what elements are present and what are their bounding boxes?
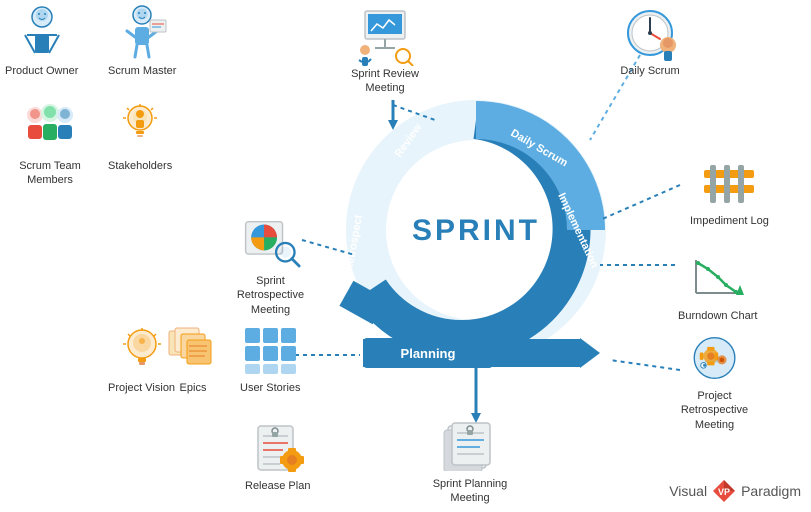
epics-label: Epics [180, 381, 207, 395]
burndown-chart-item: Burndown Chart [678, 250, 758, 323]
user-stories-icon [240, 322, 300, 377]
svg-text:VP: VP [718, 487, 730, 497]
watermark: Visual VP Paradigm [669, 478, 801, 504]
scrum-master-item: Scrum Master [108, 5, 176, 78]
sprint-planning-item: Sprint Planning Meeting [430, 418, 510, 506]
sprint-retrospective-icon [241, 215, 301, 270]
impediment-log-icon [699, 155, 759, 210]
daily-scrum-icon [620, 5, 680, 60]
daily-scrum-label: Daily Scrum [620, 64, 679, 78]
vp-logo-icon: VP [711, 478, 737, 504]
scrum-team-item: Scrum Team Members [5, 100, 95, 188]
user-stories-label: User Stories [240, 381, 301, 395]
sprint-review-item: Sprint Review Meeting [345, 8, 425, 96]
project-retrospective-label: Project Retrospective Meeting [672, 389, 757, 432]
sprint-review-icon [355, 8, 415, 63]
product-owner-icon [12, 5, 72, 60]
impediment-log-label: Impediment Log [690, 214, 769, 228]
scrum-team-icon [20, 100, 80, 155]
release-plan-icon [248, 420, 308, 475]
project-retrospective-icon [685, 330, 745, 385]
scrum-team-label: Scrum Team Members [5, 159, 95, 188]
sprint-planning-icon [440, 418, 500, 473]
user-stories-item: User Stories [240, 322, 301, 395]
impediment-log-item: Impediment Log [690, 155, 769, 228]
sprint-retrospective-label: Sprint Retrospective Meeting [228, 274, 313, 317]
daily-scrum-item: Daily Scrum [620, 5, 680, 78]
scrum-master-icon [112, 5, 172, 60]
release-plan-label: Release Plan [245, 479, 310, 493]
burndown-chart-label: Burndown Chart [678, 309, 758, 323]
stakeholders-icon [110, 100, 170, 155]
svg-text:Planning: Planning [401, 346, 456, 361]
scrum-master-label: Scrum Master [108, 64, 176, 78]
svg-text:SPRINT: SPRINT [412, 214, 540, 247]
product-owner-item: Product Owner [5, 5, 78, 78]
burndown-chart-icon [688, 250, 748, 305]
epics-item: Epics [163, 322, 223, 395]
sprint-planning-label: Sprint Planning Meeting [430, 477, 510, 506]
sprint-review-label: Sprint Review Meeting [345, 67, 425, 96]
project-retrospective-item: Project Retrospective Meeting [672, 330, 757, 432]
watermark-brand: Paradigm [741, 483, 801, 499]
epics-icon [163, 322, 223, 377]
watermark-text: Visual [669, 483, 707, 499]
sprint-retrospective-item: Sprint Retrospective Meeting [228, 215, 313, 317]
release-plan-item: Release Plan [245, 420, 310, 493]
product-owner-label: Product Owner [5, 64, 78, 78]
stakeholders-item: Stakeholders [108, 100, 172, 173]
diagram-container: Planning Review Retrospect Implementatio… [0, 0, 811, 512]
stakeholders-label: Stakeholders [108, 159, 172, 173]
